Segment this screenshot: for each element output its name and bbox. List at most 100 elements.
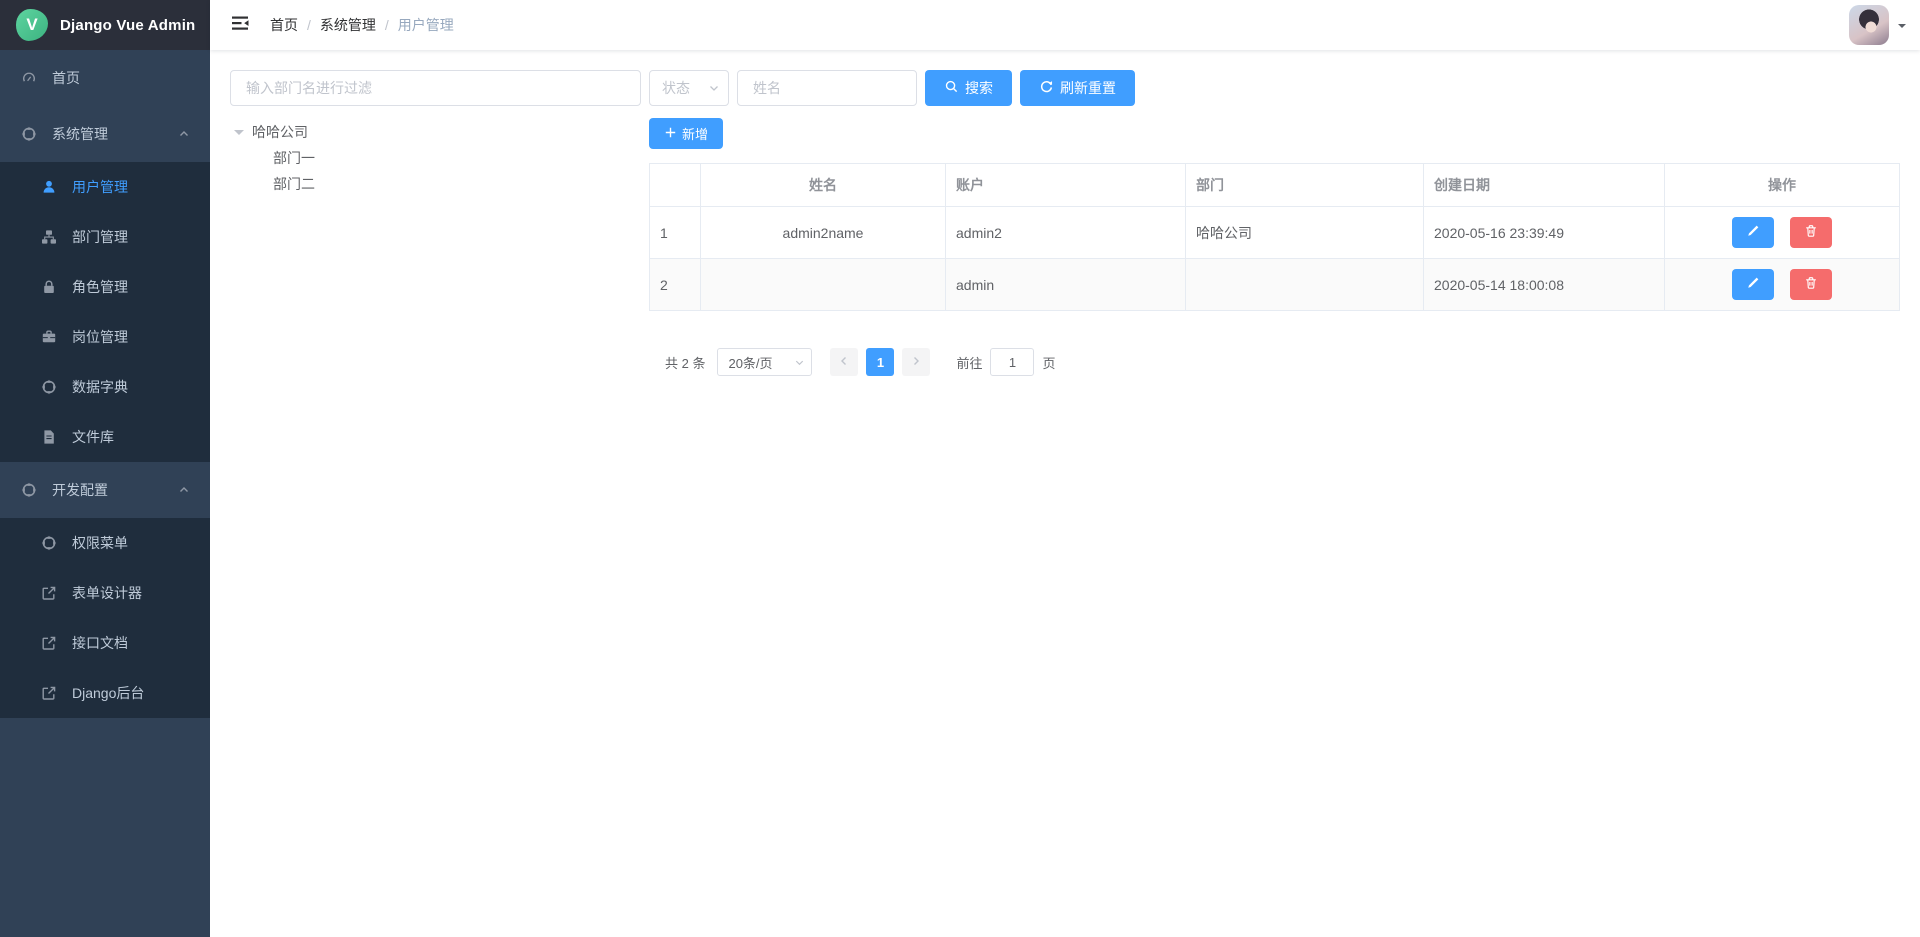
search-button-label: 搜索 (965, 78, 993, 98)
page-size-value: 20条/页 (728, 353, 772, 372)
col-created: 创建日期 (1424, 164, 1665, 207)
tree-node-label: 部门二 (273, 174, 315, 194)
breadcrumb: 首页 / 系统管理 / 用户管理 (270, 15, 454, 35)
delete-button[interactable] (1790, 217, 1832, 248)
page-number-button[interactable]: 1 (866, 348, 894, 376)
component-icon (20, 482, 38, 498)
sidebar-item-label: Django后台 (72, 683, 144, 703)
page-content: 哈哈公司 部门一 部门二 状态 (210, 50, 1920, 396)
user-icon (40, 179, 58, 195)
sidebar-item-form-designer[interactable]: 表单设计器 (0, 568, 210, 618)
edit-button[interactable] (1732, 217, 1774, 248)
sidebar-item-file-library[interactable]: 文件库 (0, 412, 210, 462)
tree-node-child[interactable]: 部门二 (230, 171, 641, 197)
goto-page-input[interactable] (990, 348, 1034, 376)
sidebar-group-system-header[interactable]: 系统管理 (0, 106, 210, 162)
pencil-icon (1746, 224, 1760, 241)
app-logo[interactable]: V Django Vue Admin (0, 0, 210, 50)
pagination: 共 2 条 20条/页 1 (649, 348, 1900, 376)
cell-name: admin2name (701, 207, 946, 259)
sidebar-item-label: 部门管理 (72, 227, 128, 247)
department-tree: 哈哈公司 部门一 部门二 (230, 119, 641, 197)
sidebar-item-department-management[interactable]: 部门管理 (0, 212, 210, 262)
caret-down-icon[interactable] (1898, 24, 1906, 32)
status-select[interactable]: 状态 (649, 70, 729, 106)
delete-button[interactable] (1790, 269, 1832, 300)
sidebar-group-dev-header[interactable]: 开发配置 (0, 462, 210, 518)
col-account: 账户 (946, 164, 1186, 207)
external-link-icon (40, 685, 58, 701)
name-filter-input[interactable] (737, 70, 917, 106)
tree-node-label: 哈哈公司 (252, 122, 308, 142)
breadcrumb-item-home[interactable]: 首页 (270, 15, 298, 35)
breadcrumb-separator: / (385, 17, 389, 33)
app-title: Django Vue Admin (60, 17, 195, 34)
magnifier-icon (944, 79, 959, 97)
external-link-icon (40, 585, 58, 601)
cell-index: 1 (650, 207, 701, 259)
users-table: 姓名 账户 部门 创建日期 操作 1 admin2name admin2 哈哈公 (649, 163, 1900, 311)
cell-account: admin (946, 259, 1186, 311)
logo-letter: V (26, 15, 37, 35)
sidebar-item-django-admin[interactable]: Django后台 (0, 668, 210, 718)
main-area: 首页 / 系统管理 / 用户管理 哈哈公司 (210, 0, 1920, 937)
document-icon (40, 429, 58, 445)
sidebar-item-api-docs[interactable]: 接口文档 (0, 618, 210, 668)
dashboard-icon (20, 70, 38, 86)
fold-menu-icon (230, 13, 250, 38)
component-icon (40, 379, 58, 395)
chevron-up-icon (178, 484, 190, 496)
add-button-label: 新增 (682, 124, 708, 143)
sidebar-item-data-dictionary[interactable]: 数据字典 (0, 362, 210, 412)
tree-node-child[interactable]: 部门一 (230, 145, 641, 171)
app-root: V Django Vue Admin 首页 系统管理 (0, 0, 1920, 937)
sidebar-item-home[interactable]: 首页 (0, 50, 210, 106)
cell-index: 2 (650, 259, 701, 311)
search-button[interactable]: 搜索 (925, 70, 1012, 106)
component-icon (40, 535, 58, 551)
next-page-button[interactable] (902, 348, 930, 376)
sidebar-item-label: 首页 (52, 68, 80, 88)
sidebar-item-permission-menu[interactable]: 权限菜单 (0, 518, 210, 568)
goto-label: 前往 (956, 353, 982, 372)
cell-name (701, 259, 946, 311)
breadcrumb-item-current: 用户管理 (398, 15, 454, 35)
sidebar-item-label: 接口文档 (72, 633, 128, 653)
sidebar-item-label: 岗位管理 (72, 327, 128, 347)
sidebar-item-label: 文件库 (72, 427, 114, 447)
prev-page-button[interactable] (830, 348, 858, 376)
col-name: 姓名 (701, 164, 946, 207)
cell-department (1186, 259, 1424, 311)
dept-filter-input[interactable] (230, 70, 641, 106)
sidebar-item-role-management[interactable]: 角色管理 (0, 262, 210, 312)
page-unit-label: 页 (1042, 353, 1055, 372)
col-index (650, 164, 701, 207)
breadcrumb-separator: / (307, 17, 311, 33)
sidebar-toggle[interactable] (222, 0, 258, 50)
sidebar-item-post-management[interactable]: 岗位管理 (0, 312, 210, 362)
chevron-left-icon (838, 355, 850, 370)
sidebar: V Django Vue Admin 首页 系统管理 (0, 0, 210, 937)
chevron-down-icon (708, 82, 720, 94)
pencil-icon (1746, 276, 1760, 293)
page-size-select[interactable]: 20条/页 (717, 348, 812, 376)
sidebar-item-label: 用户管理 (72, 177, 128, 197)
refresh-reset-button-label: 刷新重置 (1060, 78, 1116, 98)
vue-logo-icon: V (16, 9, 48, 41)
caret-down-icon[interactable] (234, 130, 244, 140)
sidebar-group-label: 开发配置 (52, 480, 108, 500)
cell-actions (1665, 207, 1900, 259)
edit-button[interactable] (1732, 269, 1774, 300)
user-avatar[interactable] (1849, 5, 1889, 45)
col-department: 部门 (1186, 164, 1424, 207)
plus-icon (664, 126, 677, 142)
tree-node-root[interactable]: 哈哈公司 (230, 119, 641, 145)
status-select-placeholder: 状态 (662, 78, 690, 98)
sidebar-item-user-management[interactable]: 用户管理 (0, 162, 210, 212)
sidebar-submenu-system: 用户管理 部门管理 角色管理 (0, 162, 210, 462)
breadcrumb-item-system[interactable]: 系统管理 (320, 15, 376, 35)
sidebar-menu: 首页 系统管理 (0, 50, 210, 937)
refresh-reset-button[interactable]: 刷新重置 (1020, 70, 1135, 106)
tree-node-label: 部门一 (273, 148, 315, 168)
add-button[interactable]: 新增 (649, 118, 723, 149)
